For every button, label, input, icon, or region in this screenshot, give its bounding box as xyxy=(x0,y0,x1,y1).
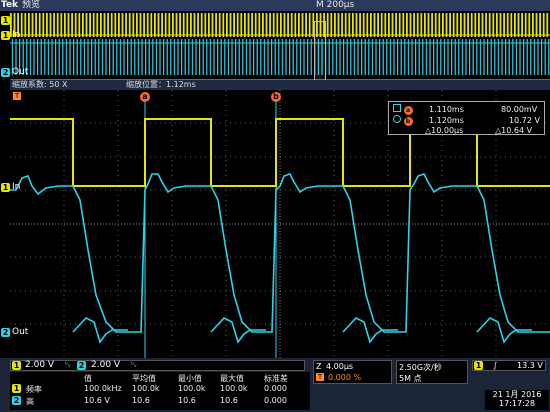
horizontal-scale-icon: Z xyxy=(316,362,322,371)
sample-settings[interactable]: 2.50G次/秒 5M 点 xyxy=(396,360,468,384)
cursor-b-circle-icon xyxy=(393,115,401,123)
ch2-overview-label: Out xyxy=(12,67,29,77)
trigger-settings[interactable]: 1 ∫ 13.3 V xyxy=(472,360,546,371)
ch1-scale-marker: 1 xyxy=(12,361,21,370)
meas-row1-mean: 100.0k xyxy=(132,384,160,393)
cursor-a-square-icon xyxy=(393,104,401,112)
horizontal-scale: 4.00µs xyxy=(326,362,354,371)
ch2-main-label: Out xyxy=(12,327,29,337)
meas-header-stddev: 标准差 xyxy=(264,374,288,383)
cursor-a-voltage: 80.00mV xyxy=(501,105,538,114)
ch2-scale-marker: 2 xyxy=(77,361,86,370)
time: 17:17:28 xyxy=(499,399,535,408)
ch2-bandwidth-limit: ᵇᵥ xyxy=(131,361,137,369)
ch1-level-marker[interactable]: 1 xyxy=(1,183,10,192)
vertical-scale-bar[interactable]: 1 2.00 V ᵇᵥ 2 2.00 V ᵇᵥ xyxy=(10,360,305,371)
brand-logo: Tek xyxy=(1,0,19,10)
meas-header-min: 最小值 xyxy=(178,374,202,383)
zoom-window-marker[interactable] xyxy=(314,21,326,89)
cursor-a-time: 1.110ms xyxy=(429,105,464,114)
meas-row2-stddev: 0.000 xyxy=(264,396,287,405)
sample-rate: 2.50G次/秒 xyxy=(399,363,442,372)
meas-row1-stddev: 0.000 xyxy=(264,384,287,393)
cursor-a-badge: a xyxy=(403,106,413,115)
meas-row1-value: 100.0kHz xyxy=(84,384,122,393)
zoom-factor: 缩放系数: 50 X xyxy=(12,80,68,89)
meas-header-value: 值 xyxy=(84,374,92,383)
horizontal-position: 0.000 % xyxy=(328,373,362,382)
meas-row2-max: 10.6 xyxy=(220,396,238,405)
meas-row2-channel: 2 xyxy=(12,396,21,405)
cursor-b-badge: b xyxy=(403,117,413,126)
date: 21 1月 2016 xyxy=(492,390,542,399)
meas-row2-name: 高 xyxy=(26,397,34,406)
meas-row2-min: 10.6 xyxy=(178,396,196,405)
meas-row1-channel: 1 xyxy=(12,384,21,393)
ch1-overview-level-marker[interactable]: 1 xyxy=(1,31,10,40)
overview-waveform xyxy=(10,11,550,89)
meas-header-max: 最大值 xyxy=(220,374,244,383)
zoom-position: 缩放位置：1.12ms xyxy=(126,80,196,89)
trigger-position-tag[interactable]: T xyxy=(13,92,21,100)
trigger-level: 13.3 V xyxy=(517,361,543,370)
meas-row1-min: 100.0k xyxy=(178,384,206,393)
trigger-slope-icon: ∫ xyxy=(493,361,498,370)
ch1-overview-label: In xyxy=(12,30,21,40)
ch2-level-marker[interactable]: 2 xyxy=(1,328,10,337)
ch2-overview-level-marker[interactable]: 2 xyxy=(1,68,10,77)
meas-row1-max: 100.0k xyxy=(220,384,248,393)
cursor-b-tag[interactable]: b xyxy=(271,92,281,102)
acquisition-mode: 预览 xyxy=(22,0,41,10)
meas-row1-name: 频率 xyxy=(26,385,42,394)
ch1-main-label: In xyxy=(12,182,21,192)
ch1-bandwidth-limit: ᵇᵥ xyxy=(65,361,71,369)
cursor-b-time: 1.120ms xyxy=(429,116,464,125)
zoom-info-bar: 缩放系数: 50 X 缩放位置：1.12ms xyxy=(10,80,550,90)
top-status-bar: Tek 预览 M 200µs xyxy=(0,0,550,11)
meas-row2-value: 10.6 V xyxy=(84,396,110,405)
oscilloscope-screen: Tek 预览 M 200µs 1 1 In 2 Out 缩放系数: 50 X 缩… xyxy=(0,0,550,412)
ch1-scale: 2.00 V xyxy=(25,360,55,370)
bottom-settings-panel: 1 2.00 V ᵇᵥ 2 2.00 V ᵇᵥ 值 平均值 最小值 最大值 标准… xyxy=(0,358,550,412)
overview-traces xyxy=(10,11,550,80)
ch1-marker[interactable]: 1 xyxy=(1,16,10,25)
trigger-position-icon: T xyxy=(316,373,324,381)
date-time: 21 1月 2016 17:17:28 xyxy=(485,390,549,410)
cursor-delta-voltage: △10.64 V xyxy=(495,126,533,135)
measurement-table[interactable]: 值 平均值 最小值 最大值 标准差 1 频率 100.0kHz 100.0k 1… xyxy=(10,372,310,410)
cursor-b-voltage: 10.72 V xyxy=(509,116,540,125)
horizontal-settings[interactable]: Z 4.00µs T 0.000 % xyxy=(313,360,392,384)
main-timebase: M 200µs xyxy=(316,0,355,10)
cursor-a-tag[interactable]: a xyxy=(140,92,150,102)
meas-header-mean: 平均值 xyxy=(132,374,156,383)
trigger-source: 1 xyxy=(474,361,483,370)
record-length: 5M 点 xyxy=(399,374,422,383)
cursor-delta-time: △10.00µs xyxy=(425,126,464,135)
meas-row2-mean: 10.6 xyxy=(132,396,150,405)
cursor-readout: a 1.110ms 80.00mV b 1.120ms 10.72 V △10.… xyxy=(388,101,545,135)
ch2-scale: 2.00 V xyxy=(91,360,121,370)
